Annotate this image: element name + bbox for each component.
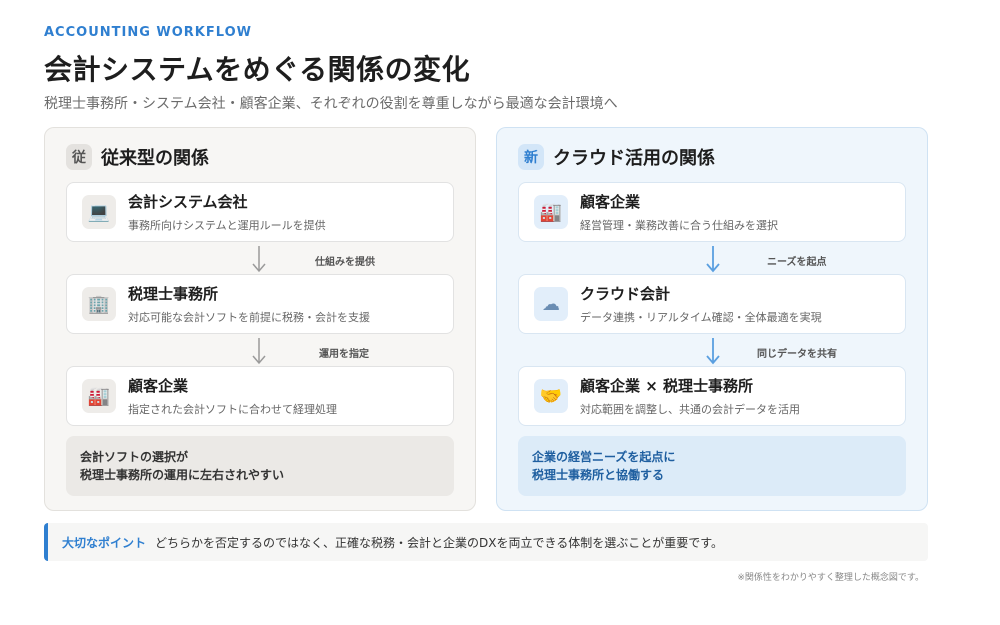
card-description: データ連携・リアルタイム確認・全体最適を実現 xyxy=(580,311,822,324)
card-title: 顧客企業 xyxy=(580,193,641,211)
key-point-callout: 大切なポイント どちらかを否定するのではなく、正確な税務・会計と企業のDXを両立… xyxy=(44,523,928,561)
note-line: 企業の経営ニーズを起点に xyxy=(532,450,676,464)
card-description: 指定された会計ソフトに合わせて経理処理 xyxy=(128,403,337,416)
card-description: 経営管理・業務改善に合う仕組みを選択 xyxy=(580,219,778,232)
page-title: 会計システムをめぐる関係の変化 xyxy=(44,53,471,86)
note-line: 会計ソフトの選択が xyxy=(80,450,189,464)
footnote: ※関係性をわかりやすく整理した概念図です。 xyxy=(737,573,924,583)
card-tax-office: 🏢 税理士事務所 対応可能な会計ソフトを前提に税務・会計を支援 xyxy=(66,274,454,334)
down-arrow-icon xyxy=(706,338,720,365)
card-title: クラウド会計 xyxy=(580,285,671,303)
factory-icon: 🏭 xyxy=(534,195,568,229)
card-description: 事務所向けシステムと運用ルールを提供 xyxy=(128,219,326,232)
arrow-label: 同じデータを共有 xyxy=(757,349,837,360)
card-client-company: 🏭 顧客企業 指定された会計ソフトに合わせて経理処理 xyxy=(66,366,454,426)
arrow-label: 仕組みを提供 xyxy=(315,257,375,268)
down-arrow-icon xyxy=(706,246,720,273)
arrow-label: 運用を指定 xyxy=(319,349,369,360)
down-arrow-icon xyxy=(252,338,266,365)
arrow-label: ニーズを起点 xyxy=(767,257,827,268)
panel-badge: 従 xyxy=(66,144,92,170)
card-description: 対応範囲を調整し、共通の会計データを活用 xyxy=(580,403,800,416)
card-description: 対応可能な会計ソフトを前提に税務・会計を支援 xyxy=(128,311,370,324)
panel-header: 従 従来型の関係 xyxy=(66,144,454,170)
card-title: 税理士事務所 xyxy=(128,285,219,303)
down-arrow-icon xyxy=(252,246,266,273)
panel-title: クラウド活用の関係 xyxy=(553,148,715,169)
key-point-label: 大切なポイント xyxy=(62,535,147,550)
office-building-icon: 🏢 xyxy=(82,287,116,321)
key-point-text: どちらかを否定するのではなく、正確な税務・会計と企業のDXを両立できる体制を選ぶ… xyxy=(155,535,724,550)
computer-icon: 💻 xyxy=(82,195,116,229)
cloud-relationship-panel: 新 クラウド活用の関係 🏭 顧客企業 経営管理・業務改善に合う仕組みを選択 ニー… xyxy=(496,127,928,511)
page-subtitle: 税理士事務所・システム会社・顧客企業、それぞれの役割を尊重しながら最適な会計環境… xyxy=(44,96,618,112)
factory-icon: 🏭 xyxy=(82,379,116,413)
card-client-company: 🏭 顧客企業 経営管理・業務改善に合う仕組みを選択 xyxy=(518,182,906,242)
card-system-company: 💻 会計システム会社 事務所向けシステムと運用ルールを提供 xyxy=(66,182,454,242)
card-cloud-accounting: ☁ クラウド会計 データ連携・リアルタイム確認・全体最適を実現 xyxy=(518,274,906,334)
card-title: 顧客企業 × 税理士事務所 xyxy=(580,377,754,395)
card-collaboration: 🤝 顧客企業 × 税理士事務所 対応範囲を調整し、共通の会計データを活用 xyxy=(518,366,906,426)
panel-title: 従来型の関係 xyxy=(101,148,209,169)
panel-header: 新 クラウド活用の関係 xyxy=(518,144,906,170)
panel-note: 企業の経営ニーズを起点に 税理士事務所と協働する xyxy=(518,436,906,496)
card-title: 会計システム会社 xyxy=(128,193,248,211)
note-line: 税理士事務所の運用に左右されやすい xyxy=(80,468,285,482)
eyebrow-label: ACCOUNTING WORKFLOW xyxy=(44,25,252,40)
traditional-relationship-panel: 従 従来型の関係 💻 会計システム会社 事務所向けシステムと運用ルールを提供 仕… xyxy=(44,127,476,511)
note-line: 税理士事務所と協働する xyxy=(532,468,665,482)
panel-badge: 新 xyxy=(518,144,544,170)
card-title: 顧客企業 xyxy=(128,377,189,395)
handshake-icon: 🤝 xyxy=(534,379,568,413)
panel-note: 会計ソフトの選択が 税理士事務所の運用に左右されやすい xyxy=(66,436,454,496)
cloud-icon: ☁ xyxy=(534,287,568,321)
